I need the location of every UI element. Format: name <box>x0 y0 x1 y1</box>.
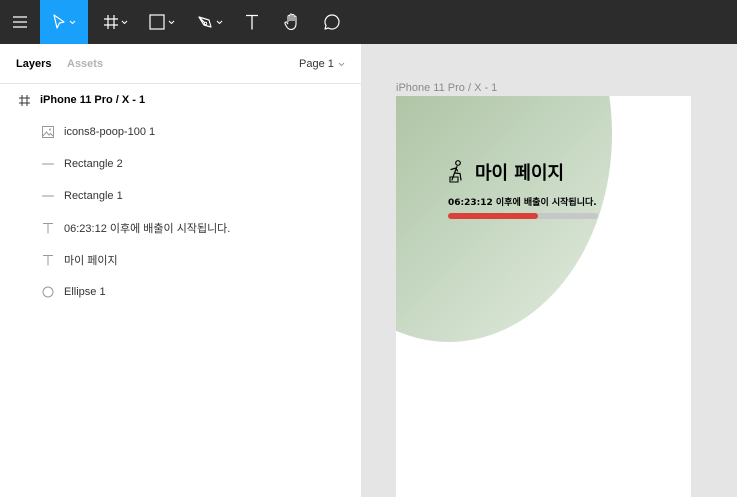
main-menu-button[interactable] <box>0 0 40 44</box>
move-tool-button[interactable] <box>40 0 88 44</box>
layer-row-frame[interactable]: iPhone 11 Pro / X - 1 <box>0 84 361 116</box>
pen-nib-icon <box>198 16 212 28</box>
layer-label: icons8-poop-100 1 <box>64 126 156 138</box>
image-icon <box>41 125 55 139</box>
layer-label: Rectangle 2 <box>64 158 123 170</box>
chevron-down-icon <box>121 20 128 24</box>
shape-tool-button[interactable] <box>142 0 182 44</box>
page-selector[interactable]: Page 1 <box>299 58 345 70</box>
layer-row-text-subtitle[interactable]: 06:23:12 이후에 배출이 시작됩니다. <box>0 212 361 244</box>
hand-icon <box>284 13 297 31</box>
hamburger-menu-icon <box>13 16 27 28</box>
ellipse-icon <box>41 285 55 299</box>
pen-tool-button[interactable] <box>190 0 230 44</box>
artboard-frame[interactable]: 마이 페이지 06:23:12 이후에 배출이 시작됩니다. <box>396 96 691 497</box>
line-icon <box>41 189 55 203</box>
comment-bubble-icon <box>324 14 340 30</box>
frame-tool-button[interactable] <box>96 0 136 44</box>
page-selector-label: Page 1 <box>299 58 334 70</box>
layer-label: Ellipse 1 <box>64 286 106 298</box>
layer-row-ellipse[interactable]: Ellipse 1 <box>0 276 361 308</box>
layer-row-image[interactable]: icons8-poop-100 1 <box>0 116 361 148</box>
toolbar <box>0 0 737 44</box>
layer-row-rectangle-1[interactable]: Rectangle 1 <box>0 180 361 212</box>
person-sitting-icon[interactable] <box>448 160 465 184</box>
layer-label: Rectangle 1 <box>64 190 123 202</box>
tab-assets[interactable]: Assets <box>67 58 103 70</box>
frame-icon <box>17 93 31 107</box>
chevron-down-icon <box>338 62 345 66</box>
text-icon <box>41 221 55 235</box>
chevron-down-icon <box>168 20 175 24</box>
ellipse-shape[interactable] <box>396 96 612 342</box>
frame-label[interactable]: iPhone 11 Pro / X - 1 <box>396 82 497 94</box>
text-tool-button[interactable] <box>238 0 266 44</box>
page-title[interactable]: 마이 페이지 <box>475 159 564 185</box>
text-icon <box>41 253 55 267</box>
rectangle-icon <box>149 14 165 30</box>
title-row: 마이 페이지 <box>448 159 564 185</box>
panel-tabs: Layers Assets Page 1 <box>0 44 361 84</box>
chevron-down-icon <box>69 20 76 24</box>
text-t-icon <box>246 14 258 30</box>
layer-row-rectangle-2[interactable]: Rectangle 2 <box>0 148 361 180</box>
layer-label: 마이 페이지 <box>64 255 118 267</box>
frame-hash-icon <box>104 15 118 29</box>
layer-label: iPhone 11 Pro / X - 1 <box>40 94 146 106</box>
layers-panel: Layers Assets Page 1 iPhone 11 Pro / X -… <box>0 44 362 497</box>
progress-fill[interactable] <box>448 213 538 219</box>
layer-row-text-title[interactable]: 마이 페이지 <box>0 244 361 276</box>
chevron-down-icon <box>216 20 223 24</box>
line-icon <box>41 157 55 171</box>
tab-layers[interactable]: Layers <box>16 58 51 70</box>
layer-label: 06:23:12 이후에 배출이 시작됩니다. <box>64 223 231 235</box>
comment-tool-button[interactable] <box>316 0 348 44</box>
cursor-arrow-icon <box>53 14 65 29</box>
countdown-text[interactable]: 06:23:12 이후에 배출이 시작됩니다. <box>448 195 597 208</box>
hand-tool-button[interactable] <box>276 0 308 44</box>
